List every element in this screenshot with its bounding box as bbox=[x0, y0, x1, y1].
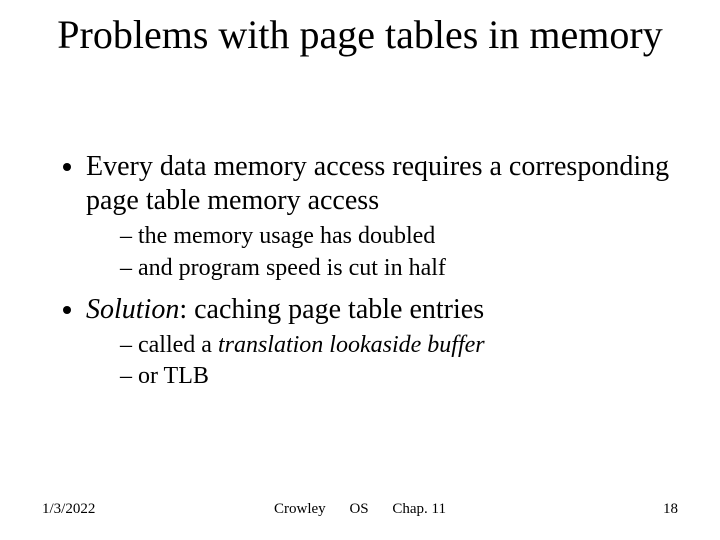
bullet-item: Solution: caching page table entries cal… bbox=[86, 293, 680, 392]
bullet-list: Every data memory access requires a corr… bbox=[60, 150, 680, 392]
footer-course: OS bbox=[349, 501, 368, 517]
bullet-text: : caching page table entries bbox=[179, 294, 484, 325]
slide: Problems with page tables in memory Ever… bbox=[0, 0, 720, 540]
sub-bullet-item: the memory usage has doubled bbox=[120, 222, 680, 251]
footer-author: Crowley bbox=[274, 501, 326, 517]
sub-bullet-text: called a bbox=[138, 332, 218, 358]
sub-bullet-item: and program speed is cut in half bbox=[120, 254, 680, 283]
bullet-text: Every data memory access requires a corr… bbox=[86, 151, 669, 216]
footer-page-number: 18 bbox=[663, 501, 678, 518]
bullet-text-italic: Solution bbox=[86, 294, 179, 325]
sub-bullet-text: or TLB bbox=[138, 363, 209, 389]
footer-center: Crowley OS Chap. 11 bbox=[0, 501, 720, 518]
slide-body: Every data memory access requires a corr… bbox=[60, 150, 680, 402]
sub-bullet-item: or TLB bbox=[120, 362, 680, 391]
sub-bullet-list: the memory usage has doubled and program… bbox=[86, 222, 680, 283]
sub-bullet-list: called a translation lookaside buffer or… bbox=[86, 331, 680, 392]
footer-chapter: Chap. 11 bbox=[392, 501, 446, 517]
bullet-item: Every data memory access requires a corr… bbox=[86, 150, 680, 283]
sub-bullet-item: called a translation lookaside buffer bbox=[120, 331, 680, 360]
slide-title: Problems with page tables in memory bbox=[0, 12, 720, 58]
sub-bullet-text-italic: translation lookaside buffer bbox=[218, 332, 485, 358]
